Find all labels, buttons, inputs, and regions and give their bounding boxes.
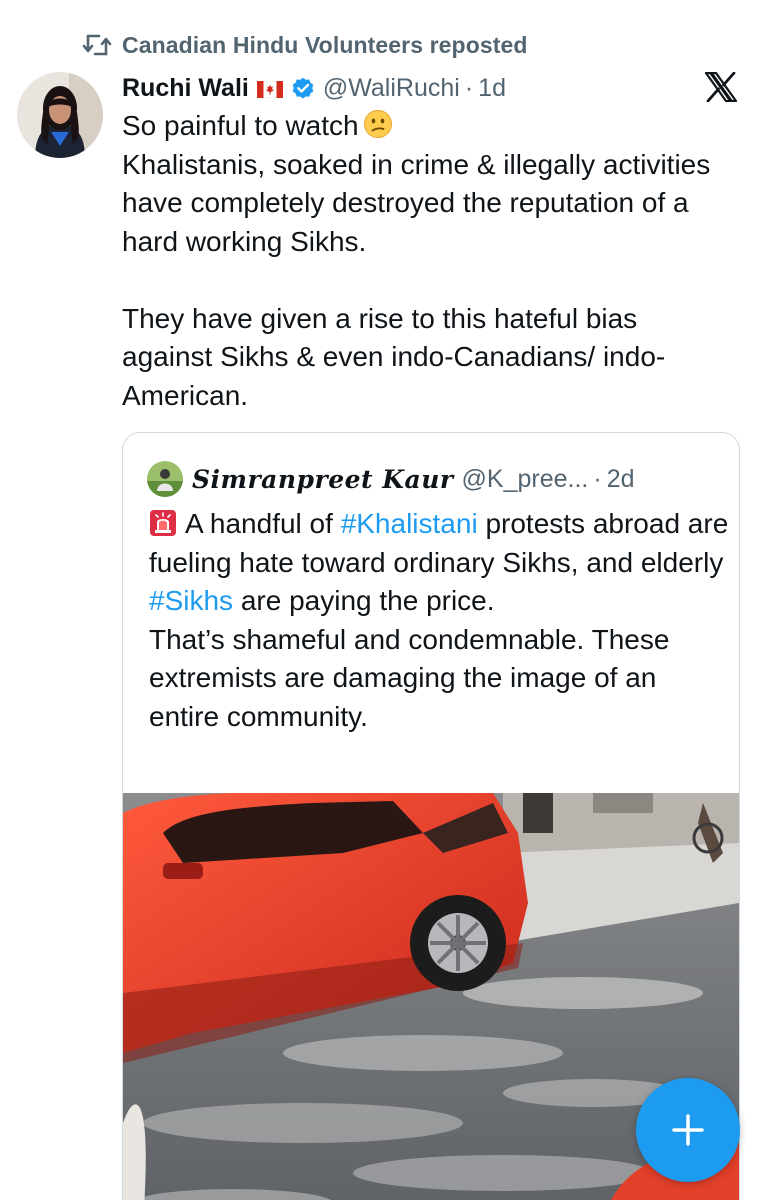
quoted-tweet-header: Simranpreet Kaur @K_pree... · 2d bbox=[147, 459, 635, 499]
repost-label: Canadian Hindu Volunteers reposted bbox=[122, 31, 528, 58]
quoted-tweet-body: A handful of #Khalistani protests abroad… bbox=[149, 505, 729, 736]
tweet-paragraph-1: Khalistanis, soaked in crime & illegally… bbox=[122, 148, 711, 257]
author-avatar[interactable] bbox=[17, 72, 103, 158]
tweet-body: So painful to watch Khalistanis, soaked … bbox=[122, 107, 732, 415]
quoted-tweet-card[interactable]: Simranpreet Kaur @K_pree... · 2d A handf… bbox=[122, 432, 740, 1200]
quoted-author-handle[interactable]: @K_pree... bbox=[462, 465, 589, 494]
tweet-paragraph-2: They have given a rise to this hateful b… bbox=[122, 302, 666, 411]
compose-fab-button[interactable] bbox=[636, 1078, 740, 1182]
quoted-avatar-image bbox=[147, 461, 183, 497]
author-handle[interactable]: @WaliRuchi bbox=[323, 74, 460, 103]
plus-icon bbox=[672, 1114, 704, 1146]
quoted-author-avatar bbox=[147, 461, 183, 497]
quoted-timestamp[interactable]: 2d bbox=[607, 465, 635, 494]
repost-icon bbox=[82, 34, 112, 56]
x-logo-icon[interactable] bbox=[704, 72, 738, 102]
repost-context[interactable]: Canadian Hindu Volunteers reposted bbox=[82, 28, 528, 62]
verified-badge-icon bbox=[292, 77, 314, 99]
quoted-paragraph-2: That’s shameful and condemnable. These e… bbox=[149, 623, 670, 732]
avatar-image bbox=[17, 72, 103, 158]
quoted-text-c: are paying the price. bbox=[233, 585, 495, 616]
quoted-text-a: A handful of bbox=[185, 508, 341, 539]
hashtag-sikhs[interactable]: #Sikhs bbox=[149, 585, 233, 616]
author-name[interactable]: Ruchi Wali bbox=[122, 74, 249, 103]
canada-flag-icon bbox=[256, 80, 283, 98]
siren-icon bbox=[150, 510, 176, 536]
quoted-author-name[interactable]: Simranpreet Kaur bbox=[192, 465, 454, 494]
tweet-first-line: So painful to watch bbox=[122, 107, 732, 146]
hashtag-khalistani[interactable]: #Khalistani bbox=[341, 508, 478, 539]
quoted-paragraph-1: A handful of #Khalistani protests abroad… bbox=[149, 505, 729, 621]
tweet-timestamp[interactable]: 1d bbox=[478, 74, 506, 103]
quoted-separator-dot: · bbox=[593, 464, 602, 493]
separator-dot: · bbox=[464, 73, 474, 102]
tweet-header: Ruchi Wali @WaliRuchi · 1d bbox=[122, 68, 506, 108]
tweet-line-text: So painful to watch bbox=[122, 110, 359, 141]
tweet-screen: Canadian Hindu Volunteers reposted Ruchi… bbox=[0, 0, 757, 1200]
confused-face-icon bbox=[363, 110, 392, 138]
